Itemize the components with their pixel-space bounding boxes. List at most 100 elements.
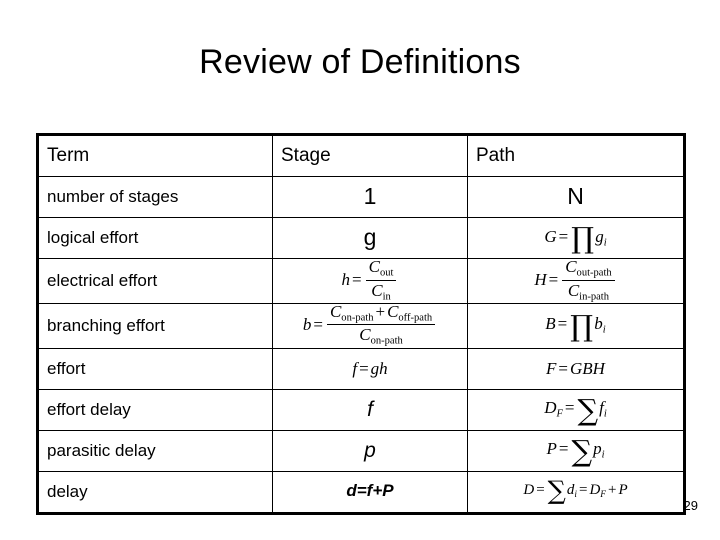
stage-expression-delay: d=f+P: [346, 481, 394, 501]
stage-symbol-one: 1: [363, 183, 377, 209]
product-icon: ∏: [570, 308, 594, 343]
equation-H-ratio: H = Cout-path Cin-path: [534, 258, 616, 303]
eq-B: B: [545, 314, 556, 334]
equation-G-product: G = ∏gi: [544, 223, 607, 252]
fraction-numerator: Cout-path: [562, 257, 615, 281]
eq-G: G: [544, 226, 557, 246]
stage-value: 1: [272, 176, 468, 218]
product-icon: ∏: [571, 220, 595, 255]
eq-equals: =: [578, 481, 588, 498]
fraction-denominator: Cin: [366, 281, 397, 302]
eq-C: C: [329, 302, 342, 321]
eq-sub-i: i: [602, 324, 606, 336]
eq-plus: +: [607, 481, 617, 498]
table-row: branching effort b = Con-path + Coff-path C…: [37, 302, 685, 349]
path-value: D = ∑di = DF + P: [467, 470, 685, 514]
sum-icon: ∑: [571, 433, 593, 468]
eq-sub-i: i: [603, 408, 607, 420]
eq-C: C: [387, 302, 399, 321]
equation-f-gh: f = gh: [352, 360, 387, 377]
eq-h: h: [341, 269, 351, 289]
sum-icon: ∑: [577, 392, 599, 427]
equation-h-ratio: h = Cout Cin: [341, 258, 399, 303]
eq-sub-in: in: [382, 290, 391, 302]
column-header-term: Term: [37, 134, 273, 177]
equation-DF-sum: DF = ∑fi: [544, 395, 607, 424]
term-label: logical effort: [37, 217, 273, 259]
slide-canvas: Review of Definitions Term Stage Path nu…: [0, 0, 720, 540]
stage-value: f: [272, 388, 468, 431]
path-value: P = ∑pi: [467, 429, 685, 472]
fraction-numerator: Cout: [365, 257, 397, 281]
eq-C: C: [567, 280, 580, 300]
eq-gh: gh: [370, 358, 388, 378]
eq-sub-on-path: on-path: [370, 335, 403, 347]
term-label: parasitic delay: [37, 429, 273, 472]
path-value: F = GBH: [467, 347, 685, 390]
eq-sub-out-path: out-path: [576, 267, 612, 279]
eq-plus: +: [375, 302, 386, 321]
fraction-numerator: Con-path + Coff-path: [326, 302, 436, 326]
stage-value: b = Con-path + Coff-path Con-path: [272, 303, 468, 349]
column-header-stage: Stage: [272, 134, 468, 177]
eq-sub-off-path: off-path: [398, 312, 433, 324]
fraction: Con-path + Coff-path Con-path: [325, 303, 437, 347]
fraction: Cout Cin: [364, 258, 399, 302]
path-value: G = ∏gi: [467, 217, 685, 259]
term-label: electrical effort: [37, 258, 273, 304]
page-title: Review of Definitions: [199, 43, 521, 81]
term-label: effort: [37, 347, 273, 390]
eq-C: C: [565, 257, 577, 277]
table-row: delay d=f+P D = ∑di = DF + P: [37, 470, 685, 514]
eq-p: p: [593, 439, 602, 459]
equation-D-sum: D = ∑di = DF + P: [523, 479, 628, 505]
eq-equals: =: [313, 314, 323, 334]
eq-equals: =: [558, 358, 569, 378]
term-label: number of stages: [37, 176, 273, 218]
fraction-denominator: Cin-path: [562, 281, 614, 302]
path-value: N: [467, 176, 685, 218]
stage-symbol-g: g: [363, 224, 377, 250]
path-value: H = Cout-path Cin-path: [467, 258, 685, 304]
term-label: branching effort: [37, 302, 273, 349]
eq-C: C: [368, 257, 380, 277]
sum-icon: ∑: [547, 476, 566, 507]
eq-b: b: [594, 314, 603, 334]
table-row: parasitic delay p P = ∑pi: [37, 429, 685, 472]
eq-C: C: [359, 325, 371, 345]
eq-C: C: [371, 280, 383, 300]
eq-P: P: [618, 481, 628, 498]
eq-equals: =: [557, 314, 568, 334]
eq-F: F: [546, 358, 557, 378]
stage-symbol-p: p: [364, 438, 376, 462]
equation-b-ratio: b = Con-path + Coff-path Con-path: [303, 303, 437, 348]
term-label: delay: [37, 470, 273, 514]
table-row: number of stages 1 N: [37, 176, 685, 218]
eq-sub-i: i: [603, 236, 607, 248]
equation-P-sum: P = ∑pi: [546, 436, 604, 465]
term-label: effort delay: [37, 388, 273, 431]
eq-equals: =: [359, 358, 369, 378]
table-row: logical effort g G = ∏gi: [37, 217, 685, 259]
equation-B-product: B = ∏bi: [545, 311, 606, 340]
equation-F-GBH: F = GBH: [546, 360, 605, 377]
eq-sub-F: F: [556, 408, 563, 420]
eq-D: D: [544, 398, 557, 418]
eq-H: H: [534, 269, 547, 289]
eq-equals: =: [564, 398, 575, 418]
eq-equals: =: [558, 226, 569, 246]
stage-value: h = Cout Cin: [272, 258, 468, 304]
table-row: electrical effort h = Cout Cin H = Cout-pa…: [37, 258, 685, 304]
fraction: Cout-path Cin-path: [560, 258, 616, 302]
stage-value: p: [272, 429, 468, 472]
table-header-row: Term Stage Path: [37, 134, 685, 177]
column-header-path: Path: [467, 134, 685, 177]
eq-D: D: [589, 481, 601, 498]
stage-value: d=f+P: [272, 470, 468, 514]
page-number: 29: [683, 498, 698, 513]
stage-symbol-f: f: [367, 397, 373, 421]
eq-equals: =: [548, 269, 559, 289]
stage-value: f = gh: [272, 347, 468, 390]
eq-equals: =: [558, 439, 569, 459]
eq-GBH: GBH: [570, 358, 605, 378]
